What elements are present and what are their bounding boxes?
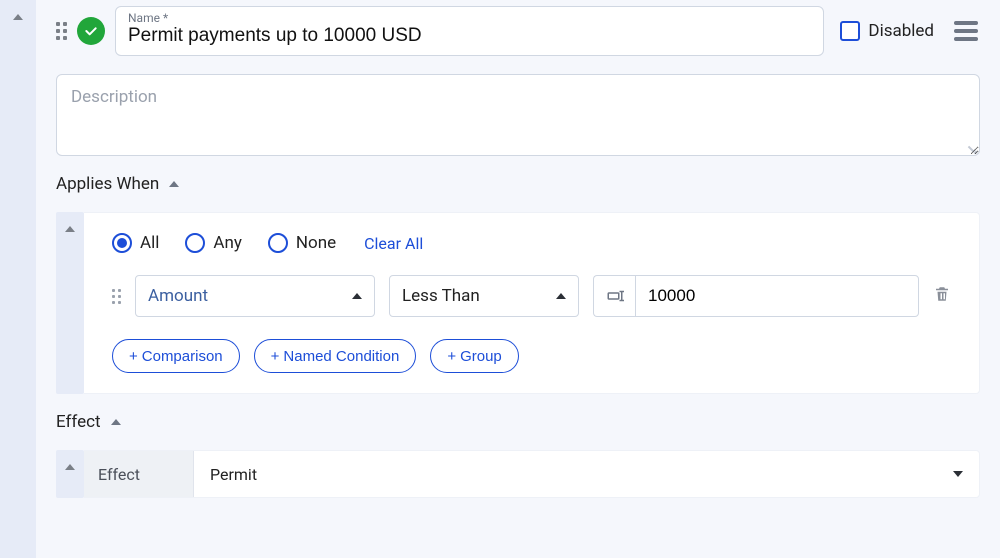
- add-comparison-button[interactable]: + Comparison: [112, 339, 240, 373]
- disabled-label: Disabled: [868, 21, 934, 41]
- radio-icon: [268, 233, 288, 253]
- applies-when-header[interactable]: Applies When: [56, 174, 980, 194]
- resize-handle-icon[interactable]: [965, 141, 977, 153]
- effect-select[interactable]: Permit: [194, 451, 979, 497]
- match-none-label: None: [296, 233, 336, 253]
- caret-up-icon: [65, 464, 75, 470]
- caret-up-icon: [352, 293, 362, 299]
- add-comparison-label: Comparison: [142, 348, 223, 365]
- applies-when-body: All Any None Clear All: [84, 212, 980, 394]
- condition-operator-select[interactable]: Less Than: [389, 275, 579, 317]
- applies-when-title: Applies When: [56, 174, 159, 194]
- condition-row: Amount Less Than: [112, 275, 951, 317]
- rule-name-label: Name *: [128, 11, 811, 25]
- applies-when-collapse-rail[interactable]: [56, 212, 84, 394]
- match-none-radio[interactable]: None: [268, 233, 336, 253]
- effect-header[interactable]: Effect: [56, 412, 980, 432]
- drag-handle-icon[interactable]: [56, 22, 67, 40]
- status-valid-icon: [77, 17, 105, 45]
- value-type-button[interactable]: [593, 275, 635, 317]
- plus-icon: +: [271, 348, 280, 365]
- caret-up-icon: [169, 181, 179, 187]
- drag-handle-icon[interactable]: [112, 289, 121, 304]
- add-group-label: Group: [460, 348, 502, 365]
- outer-collapse-rail[interactable]: [0, 0, 36, 558]
- add-named-condition-label: Named Condition: [283, 348, 399, 365]
- rule-content: Name * Disabled Applies When: [36, 0, 1000, 558]
- rule-name-field[interactable]: Name *: [115, 6, 824, 56]
- match-all-radio[interactable]: All: [112, 233, 159, 253]
- effect-value: Permit: [210, 465, 257, 484]
- condition-value-wrap: [593, 275, 919, 317]
- rule-editor: Name * Disabled Applies When: [0, 0, 1000, 558]
- plus-icon: +: [447, 348, 456, 365]
- match-any-radio[interactable]: Any: [185, 233, 242, 253]
- plus-icon: +: [129, 348, 138, 365]
- match-mode-row: All Any None Clear All: [112, 233, 951, 253]
- description-input[interactable]: [71, 87, 965, 139]
- clear-all-link[interactable]: Clear All: [364, 234, 423, 253]
- match-any-label: Any: [213, 233, 242, 253]
- effect-title: Effect: [56, 412, 101, 432]
- caret-down-icon: [953, 471, 963, 477]
- effect-collapse-rail[interactable]: [56, 450, 84, 498]
- condition-field-select[interactable]: Amount: [135, 275, 375, 317]
- condition-operator-value: Less Than: [402, 286, 480, 306]
- caret-up-icon: [13, 14, 23, 20]
- caret-up-icon: [556, 293, 566, 299]
- disabled-checkbox-wrap[interactable]: Disabled: [840, 21, 934, 41]
- caret-up-icon: [111, 419, 121, 425]
- rule-menu-button[interactable]: [952, 19, 980, 43]
- match-all-label: All: [140, 233, 159, 253]
- applies-when-panel: All Any None Clear All: [56, 212, 980, 394]
- disabled-checkbox[interactable]: [840, 21, 860, 41]
- caret-up-icon: [65, 226, 75, 232]
- rule-header-row: Name * Disabled: [56, 6, 980, 56]
- radio-icon: [112, 233, 132, 253]
- effect-label-cell: Effect: [84, 451, 194, 497]
- description-field[interactable]: [56, 74, 980, 156]
- radio-icon: [185, 233, 205, 253]
- delete-condition-button[interactable]: [933, 284, 951, 308]
- condition-value-input[interactable]: [635, 275, 919, 317]
- effect-panel: Effect Permit: [56, 450, 980, 498]
- effect-body: Effect Permit: [84, 450, 980, 498]
- effect-label: Effect: [98, 465, 140, 484]
- add-condition-row: + Comparison + Named Condition + Group: [112, 339, 951, 373]
- add-named-condition-button[interactable]: + Named Condition: [254, 339, 417, 373]
- add-group-button[interactable]: + Group: [430, 339, 518, 373]
- condition-field-value: Amount: [148, 286, 208, 306]
- rule-name-input[interactable]: [128, 25, 811, 47]
